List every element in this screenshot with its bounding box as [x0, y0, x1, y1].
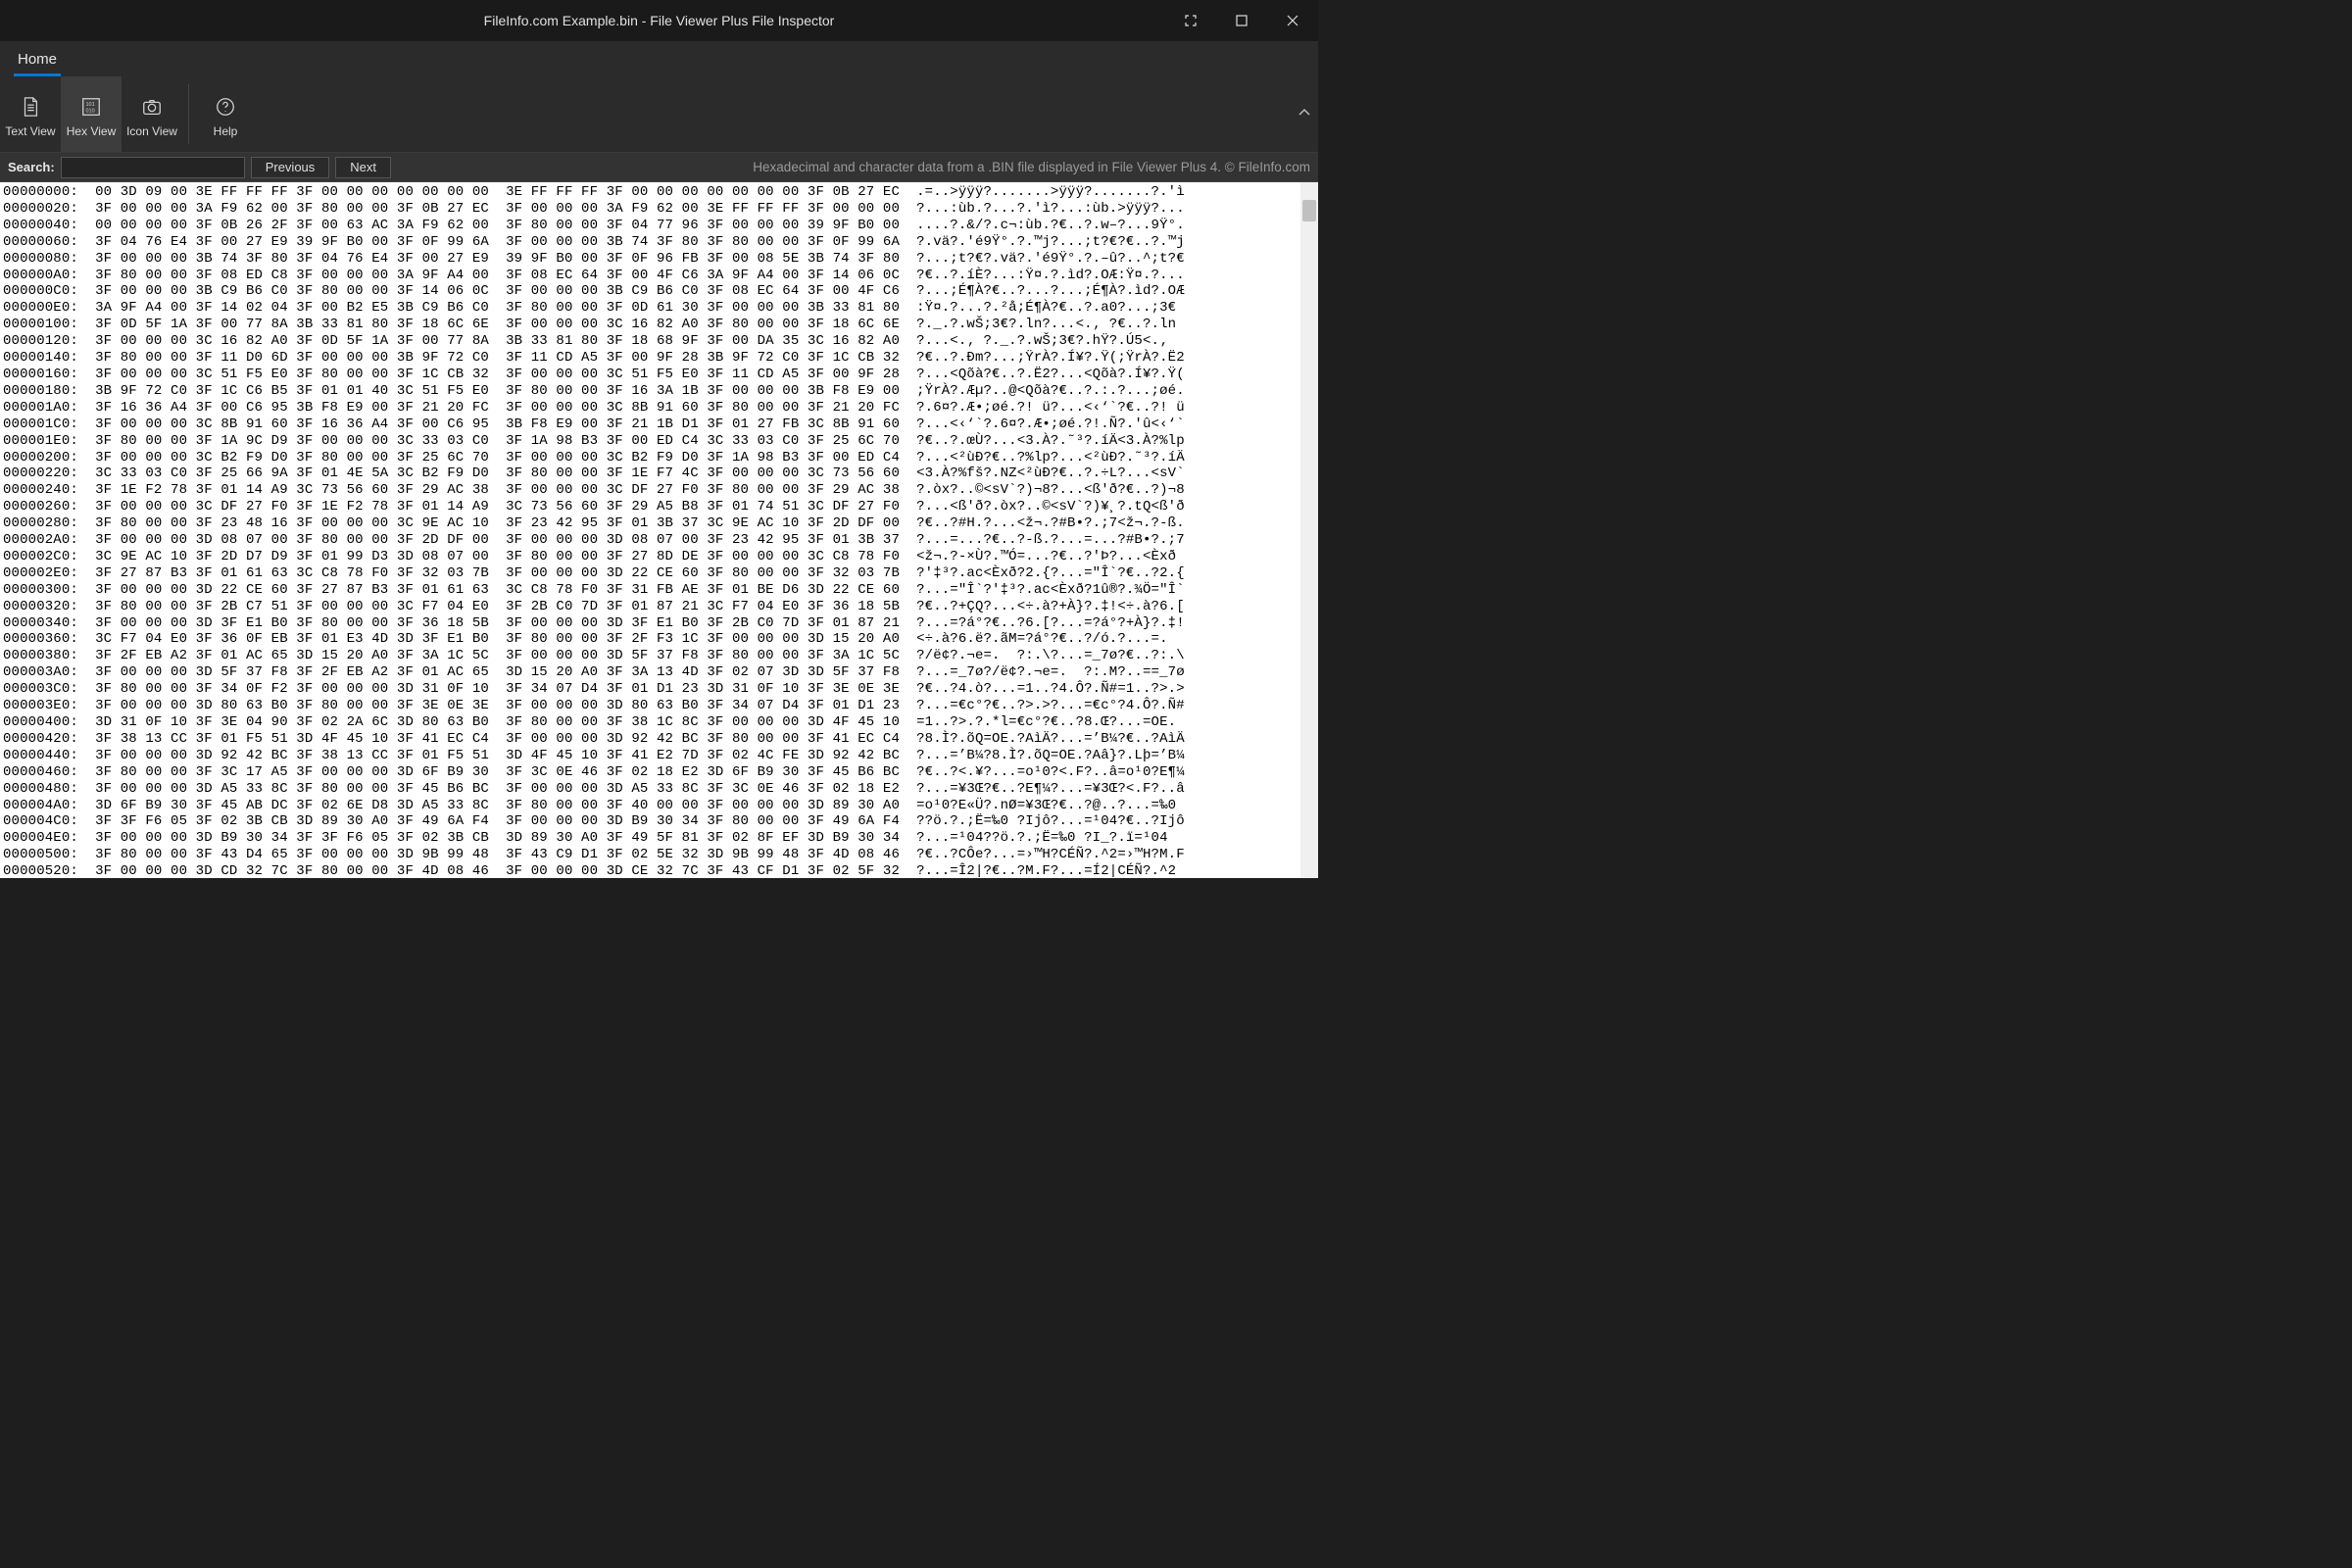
help-label: Help: [214, 124, 238, 138]
search-bar: Search: Previous Next Hexadecimal and ch…: [0, 153, 1318, 182]
svg-text:010: 010: [86, 108, 95, 114]
search-input[interactable]: [61, 157, 245, 178]
previous-button[interactable]: Previous: [251, 157, 330, 178]
icon-view-button[interactable]: Icon View: [122, 76, 182, 152]
ribbon: Text View 101010 Hex View Icon View Help: [0, 76, 1318, 153]
text-view-button[interactable]: Text View: [0, 76, 61, 152]
info-hint: Hexadecimal and character data from a .B…: [753, 160, 1310, 174]
tab-home[interactable]: Home: [14, 45, 61, 76]
search-label: Search:: [8, 160, 55, 174]
scroll-thumb[interactable]: [1302, 200, 1316, 221]
hex-view-label: Hex View: [67, 124, 116, 138]
fullscreen-button[interactable]: [1165, 0, 1216, 41]
document-icon: [19, 95, 42, 119]
collapse-ribbon-button[interactable]: [1298, 106, 1310, 123]
close-button[interactable]: [1267, 0, 1318, 41]
next-button[interactable]: Next: [335, 157, 391, 178]
vertical-scrollbar[interactable]: [1300, 182, 1318, 878]
hex-dump[interactable]: 00000000: 00 3D 09 00 3E FF FF FF 3F 00 …: [0, 182, 1318, 878]
camera-icon: [140, 95, 164, 119]
icon-view-label: Icon View: [126, 124, 177, 138]
text-view-label: Text View: [5, 124, 55, 138]
maximize-button[interactable]: [1216, 0, 1267, 41]
hex-view-button[interactable]: 101010 Hex View: [61, 76, 122, 152]
ribbon-tabs: Home: [0, 41, 1318, 76]
svg-text:101: 101: [86, 102, 95, 108]
ribbon-separator: [188, 84, 189, 144]
window-controls: [1165, 0, 1318, 41]
help-button[interactable]: Help: [195, 76, 256, 152]
help-icon: [214, 95, 237, 119]
window-title: FileInfo.com Example.bin - File Viewer P…: [484, 13, 835, 28]
hex-content: 00000000: 00 3D 09 00 3E FF FF FF 3F 00 …: [0, 182, 1318, 878]
binary-icon: 101010: [79, 95, 103, 119]
title-bar: FileInfo.com Example.bin - File Viewer P…: [0, 0, 1318, 41]
